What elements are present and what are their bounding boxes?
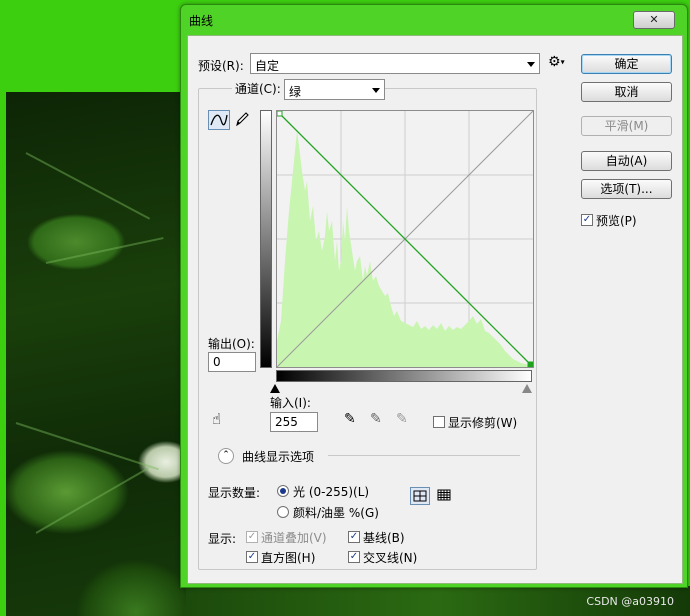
preview-label: 预览(P)	[596, 214, 637, 228]
hand-adjust-icon[interactable]: ☝	[212, 410, 221, 428]
dialog-body: 预设(R): 自定 ⚙▾ 确定 取消 平滑(M) 自动(A) 选项(T)... …	[187, 35, 683, 584]
divider	[328, 455, 520, 456]
intersection-label: 交叉线(N)	[363, 551, 418, 565]
histogram-label: 直方图(H)	[261, 551, 316, 565]
channel-select[interactable]: 绿	[284, 79, 385, 100]
curve-display-options-label: 曲线显示选项	[242, 450, 315, 464]
pigment-label: 颜料/油墨 %(G)	[293, 506, 379, 520]
title-bar[interactable]: 曲线 ✕	[181, 5, 687, 33]
light-label: 光 (0-255)(L)	[293, 485, 370, 499]
options-button[interactable]: 选项(T)...	[581, 179, 672, 199]
intersection-checkbox[interactable]: ✓	[348, 551, 360, 563]
preset-value: 自定	[255, 59, 280, 73]
channel-label: 通道(C):	[232, 80, 284, 97]
baseline-checkbox[interactable]: ✓	[348, 531, 360, 543]
histogram-checkbox[interactable]: ✓	[246, 551, 258, 563]
curve-tool-icon[interactable]	[208, 110, 230, 130]
channel-value: 绿	[289, 85, 302, 99]
output-field[interactable]: 0	[208, 352, 256, 372]
curves-dialog: 曲线 ✕ 预设(R): 自定 ⚙▾ 确定 取消 平滑(M) 自动(A) 选项(T…	[180, 4, 688, 588]
show-label: 显示:	[208, 532, 237, 546]
auto-button[interactable]: 自动(A)	[581, 151, 672, 171]
input-gradient-bar	[276, 370, 532, 382]
channel-overlay-checkbox[interactable]: ✓	[246, 531, 258, 543]
pencil-tool-icon[interactable]	[234, 110, 252, 130]
input-field[interactable]: 255	[270, 412, 318, 432]
baseline-label: 基线(B)	[363, 531, 405, 545]
window-title: 曲线	[189, 14, 214, 28]
gear-icon[interactable]: ⚙▾	[548, 54, 565, 70]
chevron-down-icon	[527, 62, 535, 67]
preset-select[interactable]: 自定	[250, 53, 540, 74]
cancel-button[interactable]: 取消	[581, 82, 672, 102]
output-gradient-bar	[260, 110, 272, 368]
watermark: CSDN @a03910	[586, 595, 674, 608]
white-point-slider[interactable]	[522, 384, 532, 393]
channel-overlay-label: 通道叠加(V)	[261, 531, 327, 545]
ok-button[interactable]: 确定	[581, 54, 672, 74]
smooth-button[interactable]: 平滑(M)	[581, 116, 672, 136]
curve-point-end	[527, 361, 533, 367]
gray-eyedropper-icon[interactable]: ✎	[370, 411, 382, 427]
output-label: 输出(O):	[208, 337, 255, 351]
close-button[interactable]: ✕	[633, 11, 675, 29]
preview-checkbox[interactable]: ✓	[581, 214, 593, 226]
detailed-grid-icon[interactable]	[436, 487, 454, 505]
show-clipping-label: 显示修剪(W)	[448, 416, 518, 430]
show-clipping-checkbox[interactable]	[433, 416, 445, 428]
chevron-down-icon	[372, 88, 380, 93]
input-label: 输入(I):	[270, 396, 311, 410]
collapse-options-icon[interactable]: ⌃	[218, 448, 234, 464]
simple-grid-icon[interactable]	[410, 487, 430, 505]
curve-point-start	[277, 111, 283, 117]
black-point-slider[interactable]	[270, 384, 280, 393]
show-amount-label: 显示数量:	[208, 486, 261, 500]
black-eyedropper-icon[interactable]: ✎	[344, 411, 356, 427]
curve-graph[interactable]	[276, 110, 534, 368]
background-photo	[6, 92, 186, 616]
preset-label: 预设(R):	[198, 59, 244, 73]
light-radio[interactable]	[277, 485, 289, 497]
white-eyedropper-icon[interactable]: ✎	[396, 411, 408, 427]
pigment-radio[interactable]	[277, 506, 289, 518]
